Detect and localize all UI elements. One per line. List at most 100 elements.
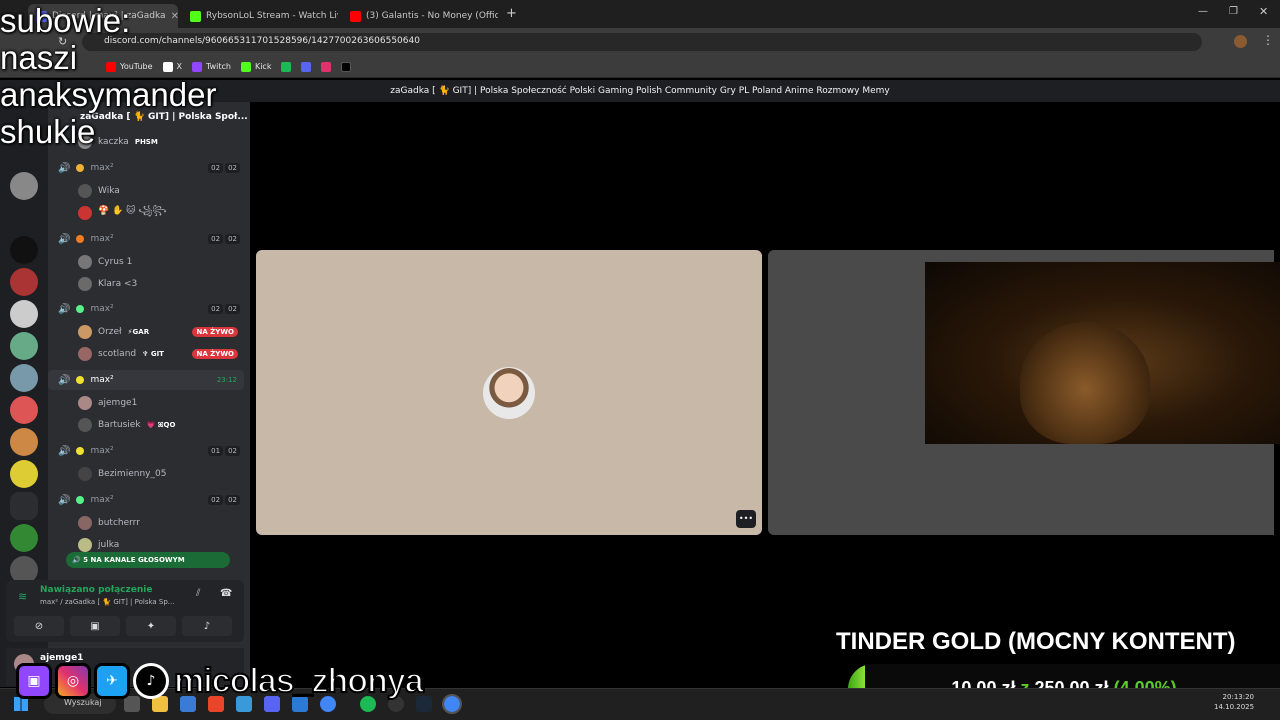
user-count: 02 02 xyxy=(208,163,240,173)
voice-channel[interactable]: 🔊 max² 02 02 xyxy=(48,490,244,510)
discord-icon[interactable] xyxy=(301,61,312,72)
bookmark-kick[interactable]: Kick xyxy=(240,61,271,72)
new-tab-button[interactable]: + xyxy=(506,6,517,21)
camera-off-icon: ⊘ xyxy=(34,620,44,632)
server-icon-active[interactable] xyxy=(10,492,38,520)
channel-member[interactable]: butcherrr xyxy=(48,513,244,533)
channel-name: max² xyxy=(90,304,114,314)
avatar xyxy=(78,184,92,198)
speaker-icon: 🔊 xyxy=(58,494,71,506)
count-badge: 02 xyxy=(225,446,240,456)
chrome-icon[interactable] xyxy=(442,694,462,714)
avatar xyxy=(78,538,92,552)
menu-icon[interactable]: ⋮ xyxy=(1262,33,1274,47)
disconnect-icon[interactable]: ☎ xyxy=(220,588,232,599)
voice-channel[interactable]: 🔊 max² 02 02 xyxy=(48,299,244,319)
member-name: Cyrus 1 xyxy=(98,257,133,267)
signal-icon: ≋ xyxy=(18,590,28,603)
social-handles-overlay: ▣ ◎ ✈ ♪ micolas_zhonya xyxy=(16,660,425,702)
voice-channel[interactable]: 🔊 max² 23:12 xyxy=(48,370,244,390)
connection-status[interactable]: Nawiązano połączenie xyxy=(40,585,152,595)
kick-icon xyxy=(240,61,251,72)
status-dot xyxy=(76,376,85,384)
live-badge: NA ŻYWO xyxy=(192,327,238,337)
camera-button[interactable]: ⊘ xyxy=(14,616,64,636)
member-name: Bezimienny_05 xyxy=(98,469,167,479)
participant-avatar xyxy=(483,367,535,419)
close-window-icon[interactable]: ✕ xyxy=(1259,5,1268,18)
member-name: Klara <3 xyxy=(98,279,138,289)
voice-channel[interactable]: 🔊 max² 02 02 xyxy=(48,229,244,249)
minimize-icon[interactable]: — xyxy=(1198,6,1208,17)
channel-member[interactable]: Orzeł ⚡GAR NA ŻYWO xyxy=(48,322,244,342)
activities-button[interactable]: ✦ xyxy=(126,616,176,636)
count-badge: 02 xyxy=(225,163,240,173)
spotify-icon[interactable] xyxy=(281,61,292,72)
channel-member[interactable]: Wika xyxy=(48,181,244,201)
noise-suppression-icon[interactable]: ⫽ xyxy=(196,588,200,599)
server-icon[interactable] xyxy=(10,524,38,552)
tiktok-icon[interactable] xyxy=(341,61,352,72)
server-icon[interactable] xyxy=(10,332,38,360)
soundboard-button[interactable]: ♪ xyxy=(182,616,232,636)
clan-tag: ♆ GIT xyxy=(142,350,164,358)
member-name: julka xyxy=(98,540,120,550)
voice-count-banner: 🔊 5 NA KANALE GŁOSOWYM xyxy=(66,552,230,568)
avatar xyxy=(78,206,92,220)
server-icon[interactable] xyxy=(10,428,38,456)
channel-name: max² xyxy=(90,234,114,244)
twitch-icon: ▣ xyxy=(16,663,52,699)
member-name: scotland xyxy=(98,349,137,359)
more-options-button[interactable]: ••• xyxy=(736,510,756,528)
channel-member[interactable]: ajemge1 xyxy=(48,393,244,413)
connection-channel[interactable]: max² / zaGadka [ 🐈 GIT] | Polska Sp... xyxy=(40,598,190,606)
soundboard-icon: ♪ xyxy=(203,620,211,632)
status-dot xyxy=(76,496,85,504)
server-icon[interactable] xyxy=(10,300,38,328)
count-badge: 02 xyxy=(225,234,240,244)
channel-member[interactable]: Bartusiek 💗 ꕤQO xyxy=(48,415,244,435)
url-input[interactable]: discord.com/channels/960665311701528596/… xyxy=(82,33,1202,51)
server-icon[interactable] xyxy=(10,268,38,296)
member-name: butcherrr xyxy=(98,518,140,528)
count-badge: 23:12 xyxy=(216,376,237,384)
count-badge: 02 xyxy=(208,234,224,244)
channel-name: max² xyxy=(90,375,114,385)
member-name: Wika xyxy=(98,186,120,196)
channel-member[interactable]: Bezimienny_05 xyxy=(48,464,244,484)
voice-connection-panel: ≋ Nawiązano połączenie max² / zaGadka [ … xyxy=(6,580,244,642)
speaker-icon: 🔊 xyxy=(58,233,71,245)
tab-youtube[interactable]: (3) Galantis - No Money (Offici... ✕ xyxy=(342,4,498,28)
channel-member[interactable]: Klara <3 xyxy=(48,274,244,294)
server-icon[interactable] xyxy=(10,236,38,264)
maximize-icon[interactable]: ❐ xyxy=(1229,6,1238,17)
screen-share-button[interactable]: ▣ xyxy=(70,616,120,636)
server-icon[interactable] xyxy=(10,364,38,392)
clan-tag: ⚡GAR xyxy=(127,328,150,336)
member-name: Orzeł xyxy=(98,327,122,337)
webcam-feed xyxy=(925,262,1280,444)
channel-member[interactable]: scotland ♆ GIT NA ŻYWO xyxy=(48,344,244,364)
instagram-icon[interactable] xyxy=(321,61,332,72)
user-count: 01 02 xyxy=(208,446,240,456)
taskbar-clock[interactable]: 20:13:20 14.10.2025 xyxy=(1214,692,1254,712)
status-dot xyxy=(76,447,85,455)
server-icon[interactable] xyxy=(10,396,38,424)
channel-member[interactable]: Cyrus 1 xyxy=(48,252,244,272)
profile-avatar[interactable] xyxy=(1234,35,1247,48)
speaker-icon: 🔊 xyxy=(72,556,84,564)
video-tile-avatar[interactable]: ••• xyxy=(256,250,762,535)
member-name: ajemge1 xyxy=(98,398,138,408)
user-count: 23:12 xyxy=(214,375,240,385)
avatar xyxy=(78,325,92,339)
server-icon[interactable] xyxy=(10,172,38,200)
server-icon[interactable] xyxy=(10,460,38,488)
voice-channel[interactable]: 🔊 max² 01 02 xyxy=(48,441,244,461)
live-badge: NA ŻYWO xyxy=(192,349,238,359)
channel-name: max² xyxy=(90,495,114,505)
screen-share-icon: ▣ xyxy=(90,620,100,632)
count-badge: 02 xyxy=(208,304,224,314)
voice-channel[interactable]: 🔊 max² 02 02 xyxy=(48,158,244,178)
channel-member[interactable]: 🍄 ✋ 🐱 ꧁꧂ xyxy=(48,203,244,223)
speaker-icon: 🔊 xyxy=(58,162,71,174)
